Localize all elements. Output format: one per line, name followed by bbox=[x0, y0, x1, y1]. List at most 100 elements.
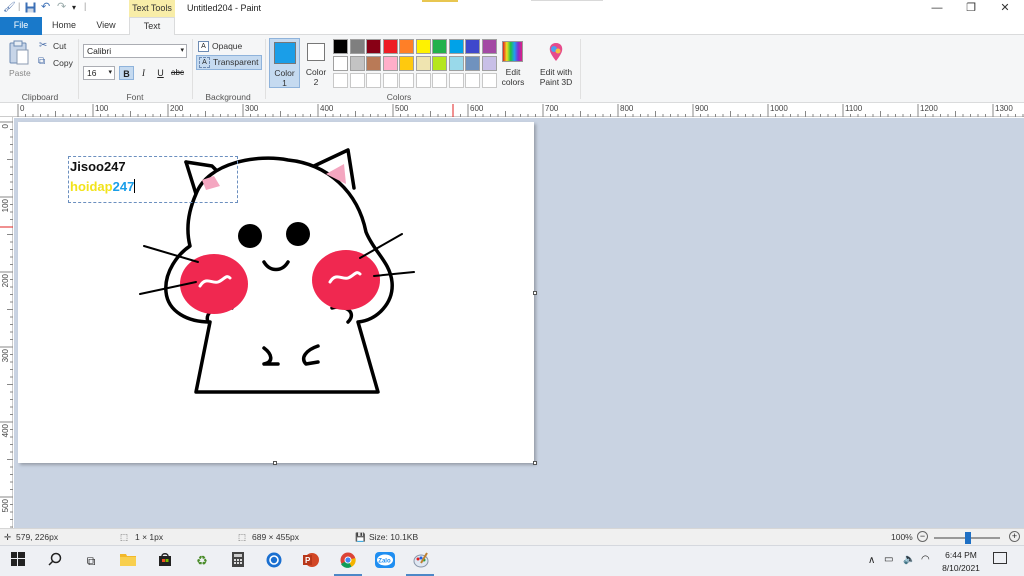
canvas-resize-handle-bottom[interactable] bbox=[273, 461, 277, 465]
search-icon[interactable] bbox=[46, 552, 64, 570]
paint-taskbar-icon[interactable] bbox=[412, 552, 430, 570]
file-explorer-icon[interactable] bbox=[119, 552, 137, 570]
color2-swatch bbox=[307, 43, 325, 61]
bold-button[interactable]: B bbox=[119, 66, 134, 80]
palette-swatch[interactable] bbox=[382, 56, 398, 71]
palette-swatch[interactable] bbox=[349, 73, 365, 88]
tab-file[interactable]: File bbox=[0, 17, 42, 35]
paste-label[interactable]: Paste bbox=[9, 68, 31, 78]
palette-swatch[interactable] bbox=[366, 56, 381, 71]
palette-swatch[interactable] bbox=[448, 56, 464, 71]
zalo-icon[interactable]: Zalo bbox=[375, 552, 395, 570]
qat-separator: | bbox=[18, 1, 21, 11]
color2-button[interactable]: Color 2 bbox=[302, 38, 330, 88]
paint3d-icon[interactable] bbox=[545, 41, 567, 63]
undo-icon[interactable]: ↶ bbox=[41, 2, 53, 14]
underline-button[interactable]: U bbox=[153, 66, 168, 80]
wifi-icon[interactable]: ◠ bbox=[921, 554, 930, 565]
palette-swatch[interactable] bbox=[481, 39, 497, 54]
font-size-select[interactable]: 16 ▾ bbox=[83, 66, 115, 80]
copy-button[interactable]: Copy bbox=[53, 58, 73, 68]
app-icon-blue-circle[interactable] bbox=[265, 552, 283, 570]
palette-swatch[interactable] bbox=[432, 73, 447, 88]
canvas-resize-handle-corner[interactable] bbox=[533, 461, 537, 465]
palette-swatch[interactable] bbox=[432, 56, 447, 71]
edit-colors-label[interactable]: Edit bbox=[496, 67, 530, 77]
ruler-label: 0 bbox=[20, 104, 25, 113]
canvas-resize-handle-right[interactable] bbox=[533, 291, 537, 295]
ruler-label: 700 bbox=[545, 104, 559, 113]
ruler-label: 1000 bbox=[770, 104, 788, 113]
palette-swatch[interactable] bbox=[333, 73, 348, 88]
palette-swatch[interactable] bbox=[415, 73, 431, 88]
italic-button[interactable]: I bbox=[136, 66, 151, 80]
palette-swatch[interactable] bbox=[448, 39, 464, 54]
customize-qat-icon[interactable]: ▾ bbox=[72, 2, 84, 14]
palette-swatch[interactable] bbox=[349, 56, 365, 71]
paste-icon[interactable] bbox=[8, 40, 32, 68]
color2-number: 2 bbox=[313, 77, 319, 87]
battery-icon[interactable]: ▭ bbox=[884, 554, 893, 565]
palette-swatch[interactable] bbox=[415, 39, 431, 54]
strikethrough-button[interactable]: abc bbox=[170, 66, 185, 80]
transparent-button[interactable]: A Transparent bbox=[196, 55, 262, 70]
palette-swatch[interactable] bbox=[432, 39, 447, 54]
palette-swatch[interactable] bbox=[333, 56, 348, 71]
font-family-select[interactable]: Calibri ▾ bbox=[83, 44, 187, 58]
ruler-label: 100 bbox=[1, 199, 10, 213]
color1-button[interactable]: Color 1 bbox=[269, 38, 300, 88]
palette-swatch[interactable] bbox=[333, 39, 348, 54]
palette-swatch[interactable] bbox=[399, 39, 414, 54]
palette-swatch[interactable] bbox=[481, 73, 497, 88]
palette-swatch[interactable] bbox=[399, 56, 414, 71]
powerpoint-icon[interactable]: P bbox=[302, 552, 320, 570]
palette-swatch[interactable] bbox=[366, 39, 381, 54]
store-icon[interactable] bbox=[156, 552, 174, 570]
palette-swatch[interactable] bbox=[448, 73, 464, 88]
scissors-icon[interactable]: ✂ bbox=[39, 40, 47, 51]
palette-swatch[interactable] bbox=[465, 56, 480, 71]
show-hidden-icons-icon[interactable]: ∧ bbox=[868, 555, 875, 566]
minimize-button[interactable]: — bbox=[920, 0, 954, 17]
edit-colors-icon[interactable] bbox=[502, 41, 523, 62]
paint3d-label[interactable]: Edit with bbox=[535, 67, 577, 77]
notifications-icon[interactable] bbox=[993, 552, 1007, 564]
opaque-button[interactable]: A Opaque bbox=[196, 40, 264, 54]
palette-swatch[interactable] bbox=[349, 39, 365, 54]
copy-icon[interactable]: ⧉ bbox=[38, 56, 45, 67]
save-icon[interactable] bbox=[25, 2, 37, 14]
calculator-icon[interactable] bbox=[229, 552, 247, 570]
palette-swatch[interactable] bbox=[382, 39, 398, 54]
ruler-label: 200 bbox=[170, 104, 184, 113]
palette-swatch[interactable] bbox=[415, 56, 431, 71]
zoom-in-icon[interactable]: + bbox=[1009, 531, 1020, 542]
task-view-icon[interactable]: ⧉ bbox=[82, 552, 100, 570]
palette-swatch[interactable] bbox=[399, 73, 414, 88]
chrome-icon[interactable] bbox=[339, 552, 357, 570]
redo-icon[interactable]: ↷ bbox=[57, 2, 69, 14]
transparent-label: Transparent bbox=[213, 57, 259, 67]
palette-swatch[interactable] bbox=[366, 73, 381, 88]
cut-button[interactable]: Cut bbox=[53, 41, 66, 51]
paint3d-label-2[interactable]: Paint 3D bbox=[535, 77, 577, 87]
zoom-slider-thumb[interactable] bbox=[965, 532, 971, 544]
windows-start-icon[interactable] bbox=[9, 552, 27, 570]
clock-date[interactable]: 8/10/2021 bbox=[936, 563, 986, 573]
volume-icon[interactable]: 🔈 bbox=[903, 554, 915, 565]
close-button[interactable]: ✕ bbox=[988, 0, 1022, 17]
palette-swatch[interactable] bbox=[465, 39, 480, 54]
canvas-size: 689 × 455px bbox=[252, 532, 300, 542]
tab-view[interactable]: View bbox=[86, 17, 126, 35]
palette-swatch[interactable] bbox=[382, 73, 398, 88]
palette-swatch[interactable] bbox=[481, 56, 497, 71]
maximize-button[interactable]: ❐ bbox=[954, 0, 988, 17]
edit-colors-label-2[interactable]: colors bbox=[496, 77, 530, 87]
tab-home[interactable]: Home bbox=[44, 17, 84, 35]
drawing-canvas[interactable]: Jisoo247 hoidap247 bbox=[18, 122, 537, 465]
tab-text[interactable]: Text bbox=[129, 17, 175, 36]
app-icon-green[interactable]: ♻ bbox=[193, 552, 211, 570]
zoom-out-icon[interactable]: − bbox=[917, 531, 928, 542]
clock-time[interactable]: 6:44 PM bbox=[936, 550, 986, 560]
palette-swatch[interactable] bbox=[465, 73, 480, 88]
color2-label: Color bbox=[305, 67, 327, 77]
